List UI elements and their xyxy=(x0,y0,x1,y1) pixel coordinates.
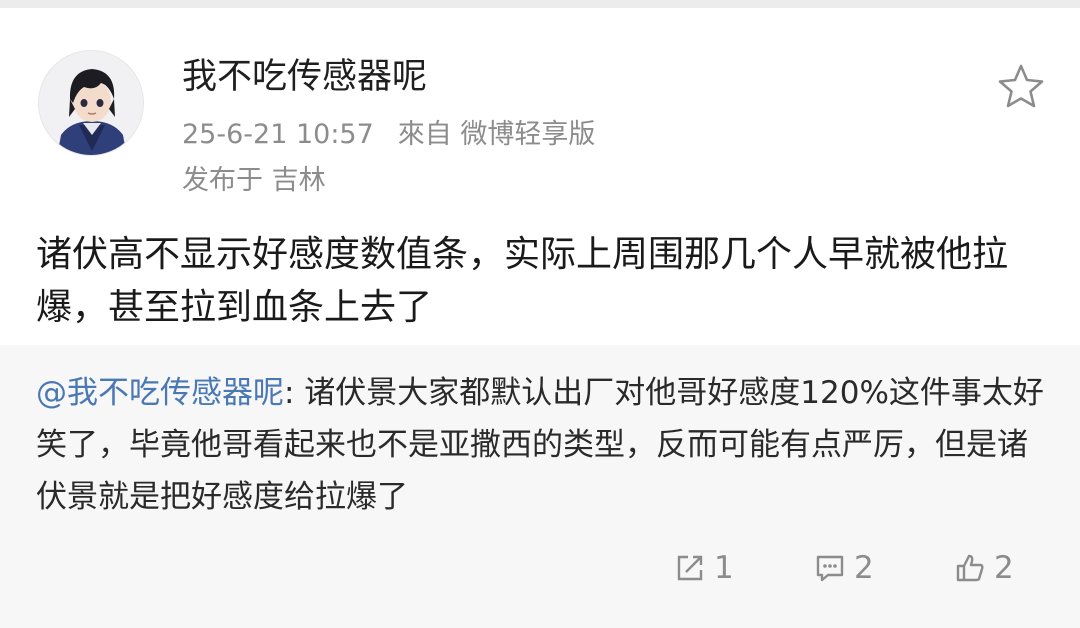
avatar-illustration xyxy=(57,69,127,155)
repost-count: 1 xyxy=(714,550,734,586)
post-timestamp: 25-6-21 10:57 xyxy=(182,119,374,150)
post-meta: 25-6-21 10:57 來自 微博轻享版 xyxy=(182,118,595,152)
action-bar: 1 2 2 xyxy=(0,543,1080,593)
like-count: 2 xyxy=(994,550,1014,586)
comment-bubble-icon xyxy=(816,555,844,582)
top-divider xyxy=(0,0,1080,8)
comment-button[interactable]: 2 xyxy=(814,543,874,593)
author-name[interactable]: 我不吃传感器呢 xyxy=(182,55,427,99)
like-button[interactable]: 2 xyxy=(954,543,1014,593)
post-source[interactable]: 來自 微博轻享版 xyxy=(398,119,596,150)
repost-card[interactable]: @我不吃传感器呢: 诸伏景大家都默认出厂对他哥好感度120%这件事太好笑了，毕竟… xyxy=(0,345,1080,628)
share-box-icon xyxy=(677,555,703,581)
comment-count: 2 xyxy=(854,550,874,586)
avatar[interactable] xyxy=(38,50,144,156)
thumbs-up-icon xyxy=(956,554,984,582)
post-location: 发布于 吉林 xyxy=(182,165,326,196)
post-text: 诸伏高不显示好感度数值条，实际上周围那几个人早就被他拉爆，甚至拉到血条上去了 xyxy=(36,234,1009,328)
repost-button[interactable]: 1 xyxy=(674,543,734,593)
favorite-button[interactable] xyxy=(996,62,1046,110)
star-outline-icon xyxy=(998,64,1044,108)
repost-content: @我不吃传感器呢: 诸伏景大家都默认出厂对他哥好感度120%这件事太好笑了，毕竟… xyxy=(36,367,1046,523)
repost-mention[interactable]: @我不吃传感器呢 xyxy=(36,375,284,411)
